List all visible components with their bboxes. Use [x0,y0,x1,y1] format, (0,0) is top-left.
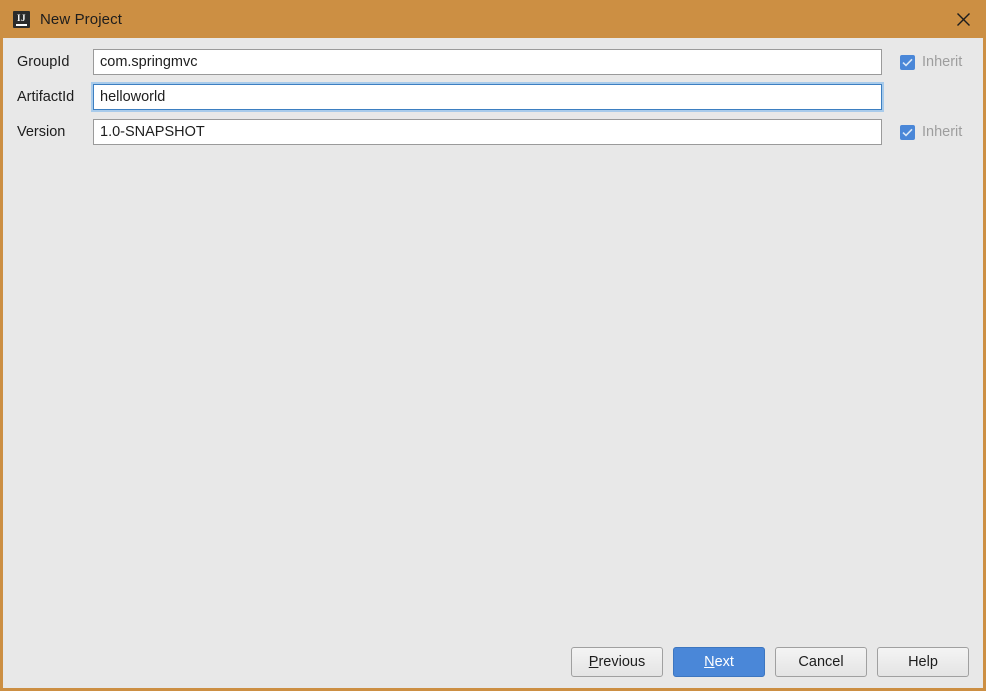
version-inherit-checkbox[interactable] [900,124,915,140]
version-label: Version [17,124,66,140]
form-row-groupid: GroupId Inherit [3,48,983,76]
cancel-button[interactable]: Cancel [775,647,867,677]
form-row-artifactid: ArtifactId [3,83,983,111]
form-row-version: Version Inherit [3,118,983,146]
close-button[interactable] [940,0,983,38]
next-button-mnemonic: N [704,654,715,670]
version-input[interactable] [93,119,882,145]
previous-button[interactable]: Previous [571,647,663,677]
close-icon [956,12,971,27]
groupid-inherit-label: Inherit [922,54,963,70]
groupid-input[interactable] [93,49,882,75]
groupid-inherit-group[interactable]: Inherit [900,54,962,70]
window-title: New Project [40,10,122,28]
artifactid-input[interactable] [93,84,882,110]
version-inherit-group[interactable]: Inherit [900,124,962,140]
artifactid-label: ArtifactId [17,89,75,105]
groupid-inherit-checkbox[interactable] [900,54,915,70]
next-button[interactable]: Next [673,647,765,677]
intellij-idea-icon: IJ [13,10,30,28]
previous-button-label: revious [598,654,646,670]
new-project-dialog: IJ New Project GroupId com.springmvc Inh… [0,0,986,691]
previous-button-mnemonic: P [588,654,599,670]
checkmark-icon [902,128,913,137]
project-coordinates-form: GroupId Inherit ArtifactId Version [3,38,983,688]
version-inherit-label: Inherit [922,124,963,140]
app-icon-letters: IJ [16,12,26,23]
dialog-button-bar: Previous Next Cancel Help [571,647,969,677]
groupid-label: GroupId [17,54,70,70]
next-button-label: ext [714,654,734,670]
help-button[interactable]: Help [877,647,969,677]
title-bar: IJ New Project [3,0,983,38]
checkmark-icon [902,58,913,67]
